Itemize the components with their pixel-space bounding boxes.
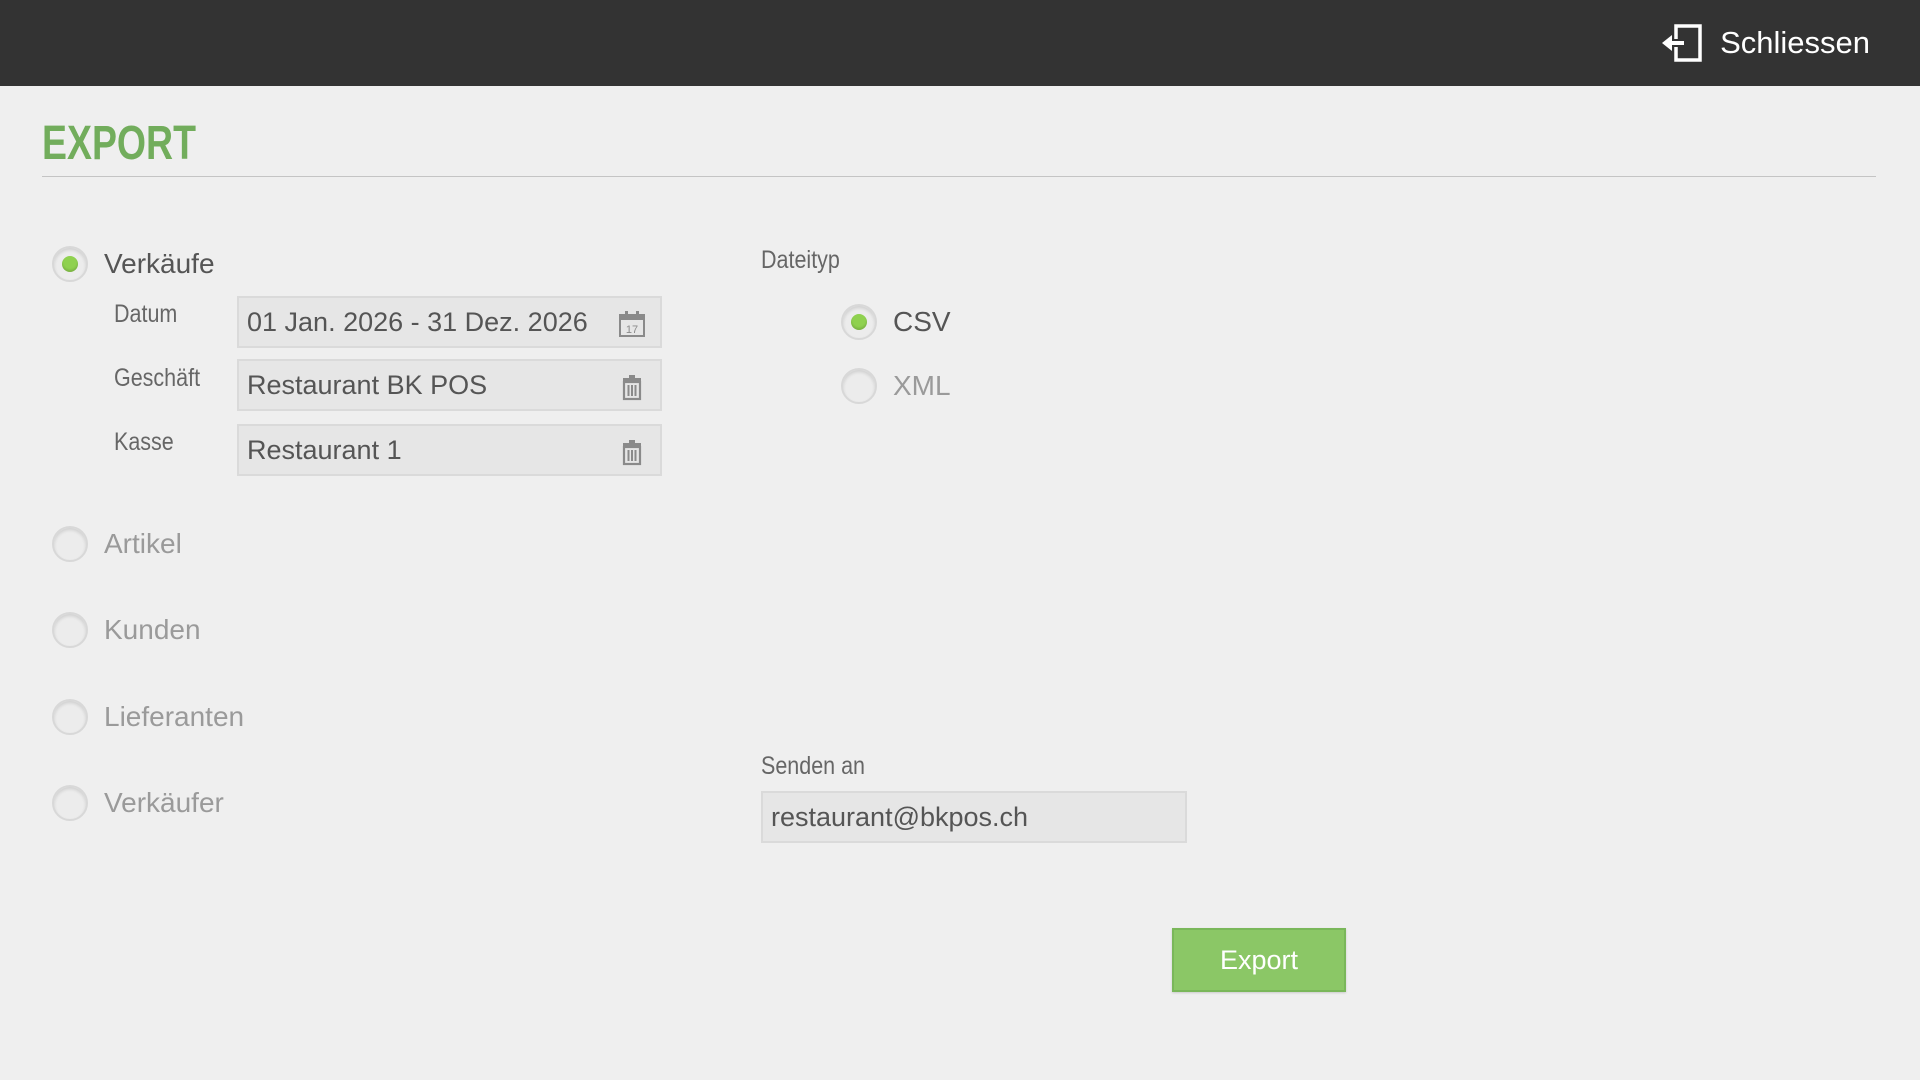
shop-field[interactable]: Restaurant BK POS (237, 359, 662, 411)
radio-kunden[interactable]: Kunden (52, 612, 201, 648)
filetype-label: Dateityp (761, 246, 840, 274)
trash-icon[interactable] (618, 373, 646, 401)
radio-xml[interactable]: XML (841, 368, 951, 404)
radio-circle (52, 785, 88, 821)
send-to-email-input[interactable]: restaurant@bkpos.ch (761, 791, 1187, 843)
radio-circle (52, 246, 88, 282)
radio-artikel[interactable]: Artikel (52, 526, 182, 562)
radio-label: Kunden (104, 614, 201, 645)
register-value: Restaurant 1 (247, 434, 402, 465)
radio-circle (52, 612, 88, 648)
radio-verkaeufe[interactable]: Verkäufe (52, 246, 215, 282)
export-button[interactable]: Export (1172, 928, 1346, 992)
radio-circle (841, 304, 877, 340)
svg-text:17: 17 (626, 324, 638, 336)
radio-label: XML (893, 370, 951, 401)
calendar-icon[interactable]: 17 (618, 310, 646, 338)
radio-label: Lieferanten (104, 701, 245, 732)
register-field[interactable]: Restaurant 1 (237, 424, 662, 476)
page-title: EXPORT (42, 117, 196, 170)
radio-verkaeufer[interactable]: Verkäufer (52, 785, 224, 821)
register-label: Kasse (114, 428, 174, 456)
radio-label: Artikel (104, 528, 182, 559)
radio-csv[interactable]: CSV (841, 304, 951, 340)
radio-label: Verkäufe (104, 248, 215, 279)
radio-circle (52, 526, 88, 562)
radio-lieferanten[interactable]: Lieferanten (52, 699, 244, 735)
date-range-field[interactable]: 01 Jan. 2026 - 31 Dez. 2026 17 (237, 296, 662, 348)
exit-icon (1662, 24, 1702, 62)
close-label: Schliessen (1720, 25, 1870, 60)
date-label: Datum (114, 300, 178, 328)
shop-value: Restaurant BK POS (247, 369, 488, 400)
export-button-label: Export (1219, 944, 1299, 975)
date-range-value: 01 Jan. 2026 - 31 Dez. 2026 (247, 306, 588, 337)
radio-label: Verkäufer (104, 787, 224, 818)
radio-circle (841, 368, 877, 404)
radio-circle (52, 699, 88, 735)
radio-label: CSV (893, 306, 951, 337)
close-button[interactable]: Schliessen (1662, 22, 1870, 64)
send-to-email-value: restaurant@bkpos.ch (771, 801, 1029, 832)
top-bar: Schliessen (0, 0, 1920, 86)
send-to-label: Senden an (761, 752, 866, 780)
shop-label: Geschäft (114, 364, 201, 392)
title-divider (42, 176, 1876, 177)
trash-icon[interactable] (618, 438, 646, 466)
